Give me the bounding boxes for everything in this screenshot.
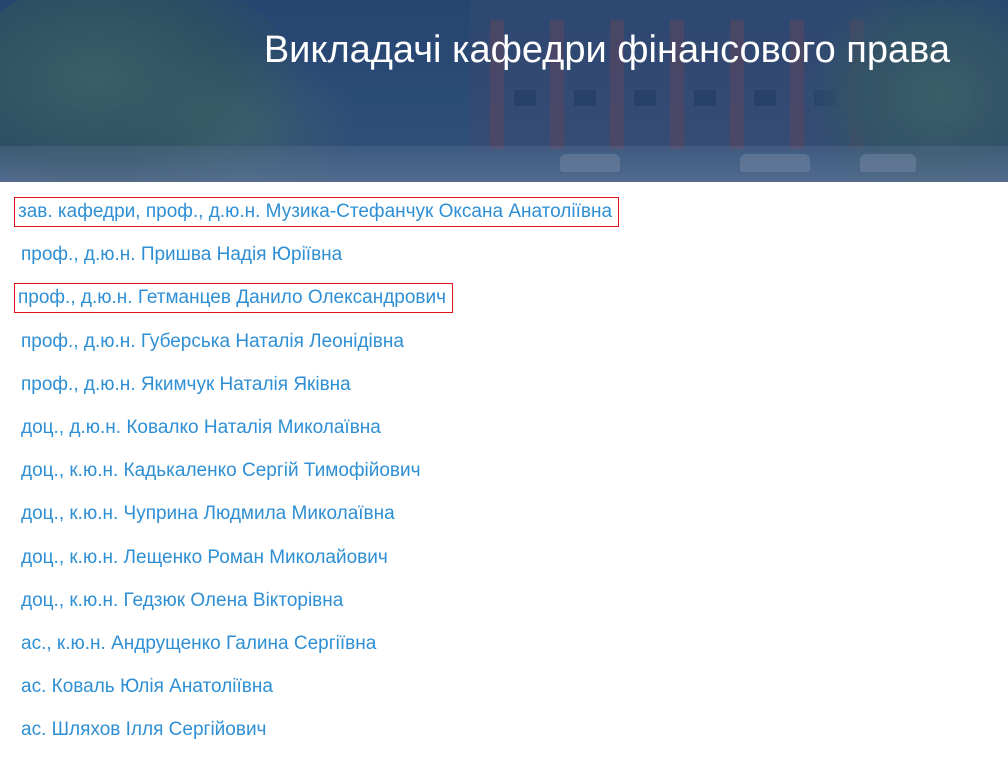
faculty-list-item: доц., к.ю.н. Чуприна Людмила Миколаївна — [0, 492, 1008, 535]
faculty-member-link[interactable]: доц., к.ю.н. Чуприна Людмила Миколаївна — [21, 502, 395, 526]
faculty-member-link[interactable]: доц., к.ю.н. Гедзюк Олена Вікторівна — [21, 589, 343, 613]
faculty-member-link[interactable]: проф., д.ю.н. Пришва Надія Юріївна — [21, 243, 342, 267]
faculty-list-item: ас. Коваль Юлія Анатоліївна — [0, 665, 1008, 708]
faculty-list-item: доц., к.ю.н. Гедзюк Олена Вікторівна — [0, 579, 1008, 622]
faculty-list-item: ас. Шляхов Ілля Сергійович — [0, 708, 1008, 751]
hero-banner: Викладачі кафедри фінансового права — [0, 0, 1008, 182]
faculty-member-link[interactable]: ас. Коваль Юлія Анатоліївна — [21, 675, 273, 699]
faculty-list-item: доц., к.ю.н. Лещенко Роман Миколайович — [0, 536, 1008, 579]
faculty-member-link[interactable]: доц., д.ю.н. Ковалко Наталія Миколаївна — [21, 416, 381, 440]
faculty-list-item: зав. кафедри, проф., д.ю.н. Музика-Стефа… — [0, 190, 1008, 233]
faculty-list-item: проф., д.ю.н. Якимчук Наталія Яківна — [0, 363, 1008, 406]
faculty-member-link[interactable]: доц., к.ю.н. Лещенко Роман Миколайович — [21, 546, 388, 570]
faculty-member-link[interactable]: зав. кафедри, проф., д.ю.н. Музика-Стефа… — [13, 197, 620, 227]
faculty-member-link[interactable]: ас. Шляхов Ілля Сергійович — [21, 718, 266, 742]
faculty-member-link[interactable]: доц., к.ю.н. Кадькаленко Сергій Тимофійо… — [21, 459, 421, 483]
faculty-list-item: проф., д.ю.н. Гетманцев Данило Олександр… — [0, 276, 1008, 319]
faculty-list-item: проф., д.ю.н. Губерська Наталія Леонідів… — [0, 320, 1008, 363]
page-title: Викладачі кафедри фінансового права — [263, 29, 950, 71]
faculty-list-item: проф., д.ю.н. Пришва Надія Юріївна — [0, 233, 1008, 276]
faculty-list-item: доц., д.ю.н. Ковалко Наталія Миколаївна — [0, 406, 1008, 449]
faculty-list-item: ас., к.ю.н. Андрущенко Галина Сергіївна — [0, 622, 1008, 665]
faculty-member-link[interactable]: ас., к.ю.н. Андрущенко Галина Сергіївна — [21, 632, 376, 656]
faculty-member-link[interactable]: проф., д.ю.н. Губерська Наталія Леонідів… — [21, 330, 404, 354]
faculty-member-link[interactable]: проф., д.ю.н. Гетманцев Данило Олександр… — [13, 283, 454, 314]
faculty-list: зав. кафедри, проф., д.ю.н. Музика-Стефа… — [0, 190, 1008, 751]
faculty-member-link[interactable]: проф., д.ю.н. Якимчук Наталія Яківна — [21, 373, 351, 397]
faculty-list-item: доц., к.ю.н. Кадькаленко Сергій Тимофійо… — [0, 449, 1008, 492]
